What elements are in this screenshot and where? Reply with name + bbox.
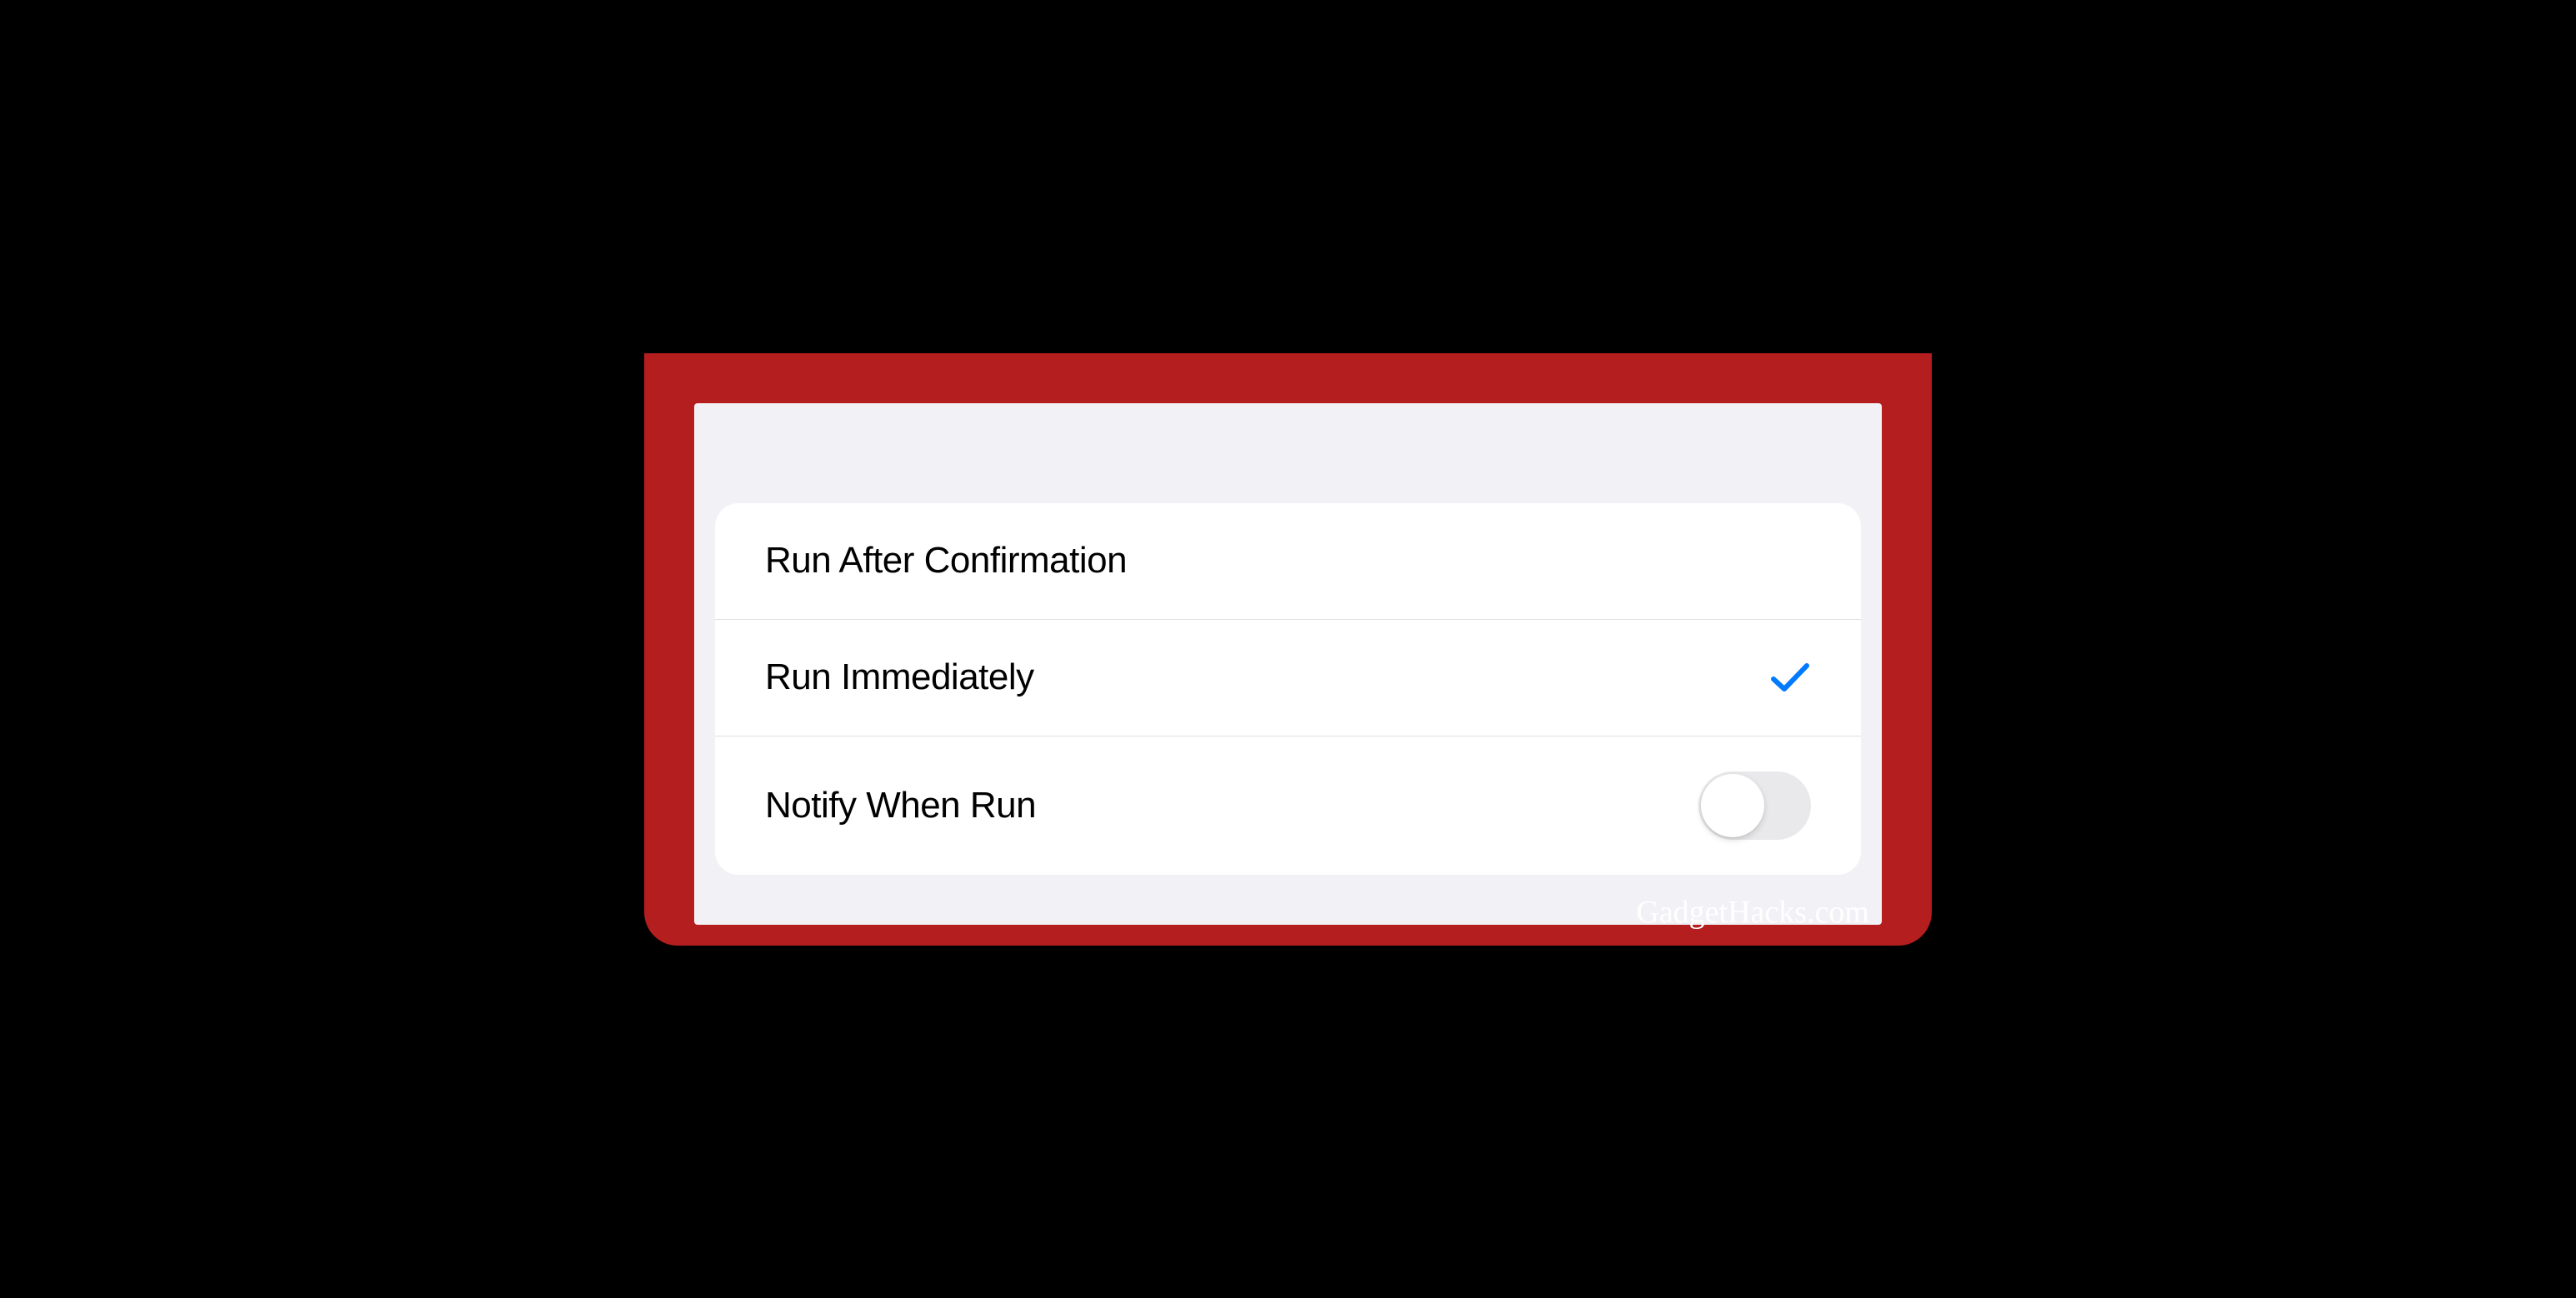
option-notify-when-run: Notify When Run [715, 736, 1861, 875]
outer-frame: Run After Confirmation Run Immediately N… [644, 353, 1932, 946]
content-panel: Run After Confirmation Run Immediately N… [694, 403, 1882, 925]
option-label: Run After Confirmation [765, 540, 1127, 582]
watermark-text: GadgetHacks.com [1636, 894, 1869, 931]
checkmark-icon [1769, 656, 1811, 698]
option-run-immediately[interactable]: Run Immediately [715, 620, 1861, 736]
option-run-after-confirmation[interactable]: Run After Confirmation [715, 503, 1861, 620]
notify-toggle[interactable] [1698, 771, 1811, 840]
option-label: Notify When Run [765, 785, 1036, 826]
settings-card: Run After Confirmation Run Immediately N… [715, 503, 1861, 875]
option-label: Run Immediately [765, 656, 1034, 698]
toggle-knob [1701, 774, 1764, 837]
